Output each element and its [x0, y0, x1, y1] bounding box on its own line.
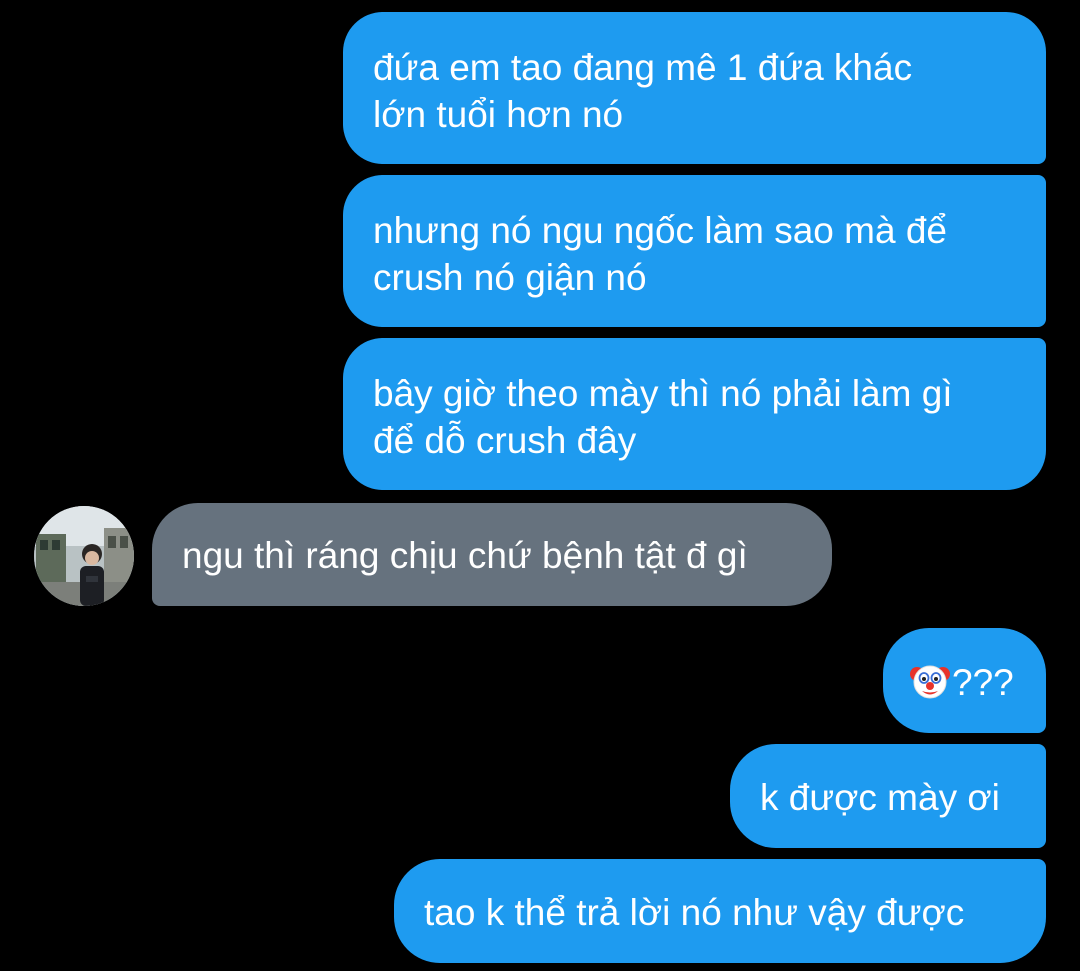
clown-face-icon	[909, 660, 951, 702]
contact-avatar[interactable]	[34, 506, 134, 606]
message-text: ngu thì ráng chịu chứ bệnh tật đ gì	[182, 535, 748, 576]
sent-message-bubble[interactable]: nhưng nó ngu ngốc làm sao mà để crush nó…	[343, 175, 1046, 327]
message-line: để dỗ crush đây	[373, 420, 637, 461]
message-text: tao k thể trả lời nó như vậy được	[424, 892, 965, 933]
chat-thread: đứa em tao đang mê 1 đứa khác lớn tuổi h…	[0, 0, 1080, 971]
message-line: crush nó giận nó	[373, 257, 647, 298]
message-text: k được mày ơi	[760, 777, 1000, 818]
message-line: đứa em tao đang mê 1 đứa khác	[373, 47, 913, 88]
sent-message-bubble[interactable]: đứa em tao đang mê 1 đứa khác lớn tuổi h…	[343, 12, 1046, 164]
message-line: lớn tuổi hơn nó	[373, 94, 624, 135]
sent-message-bubble[interactable]: bây giờ theo mày thì nó phải làm gì để d…	[343, 338, 1046, 490]
received-message-bubble[interactable]: ngu thì ráng chịu chứ bệnh tật đ gì	[152, 503, 832, 606]
message-content: ???	[909, 659, 1046, 706]
message-line: bây giờ theo mày thì nó phải làm gì	[373, 373, 953, 414]
message-line: nhưng nó ngu ngốc làm sao mà để	[373, 210, 947, 251]
sent-message-bubble[interactable]: ???	[883, 628, 1046, 733]
sent-message-bubble[interactable]: k được mày ơi	[730, 744, 1046, 848]
avatar-photo	[34, 506, 134, 606]
sent-message-bubble[interactable]: tao k thể trả lời nó như vậy được	[394, 859, 1046, 963]
message-text: ???	[952, 662, 1014, 703]
